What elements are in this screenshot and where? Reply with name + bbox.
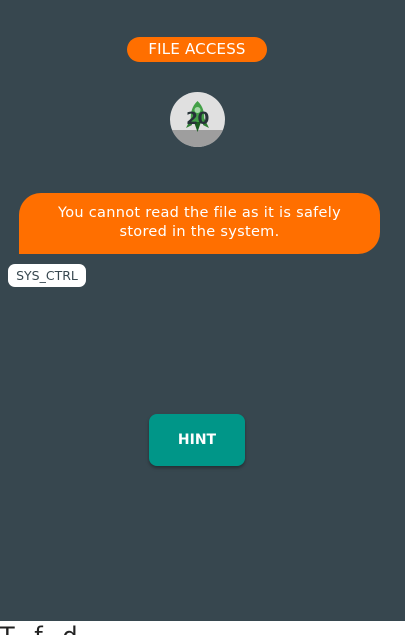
sender-label: SYS_CTRL	[8, 264, 86, 287]
message-text: You cannot read the file as it is safely…	[57, 205, 341, 240]
message-bubble: You cannot read the file as it is safely…	[19, 193, 380, 254]
bottom-strip-text: T f d	[0, 624, 84, 635]
level-number: 20	[186, 109, 209, 129]
game-screen: FILE ACCESS 20 You cannot read the file …	[0, 0, 405, 621]
bottom-strip: T f d	[0, 621, 405, 635]
level-badge: 20	[170, 92, 225, 147]
hint-button[interactable]: HINT	[149, 414, 245, 466]
page-title: FILE ACCESS	[127, 37, 267, 62]
